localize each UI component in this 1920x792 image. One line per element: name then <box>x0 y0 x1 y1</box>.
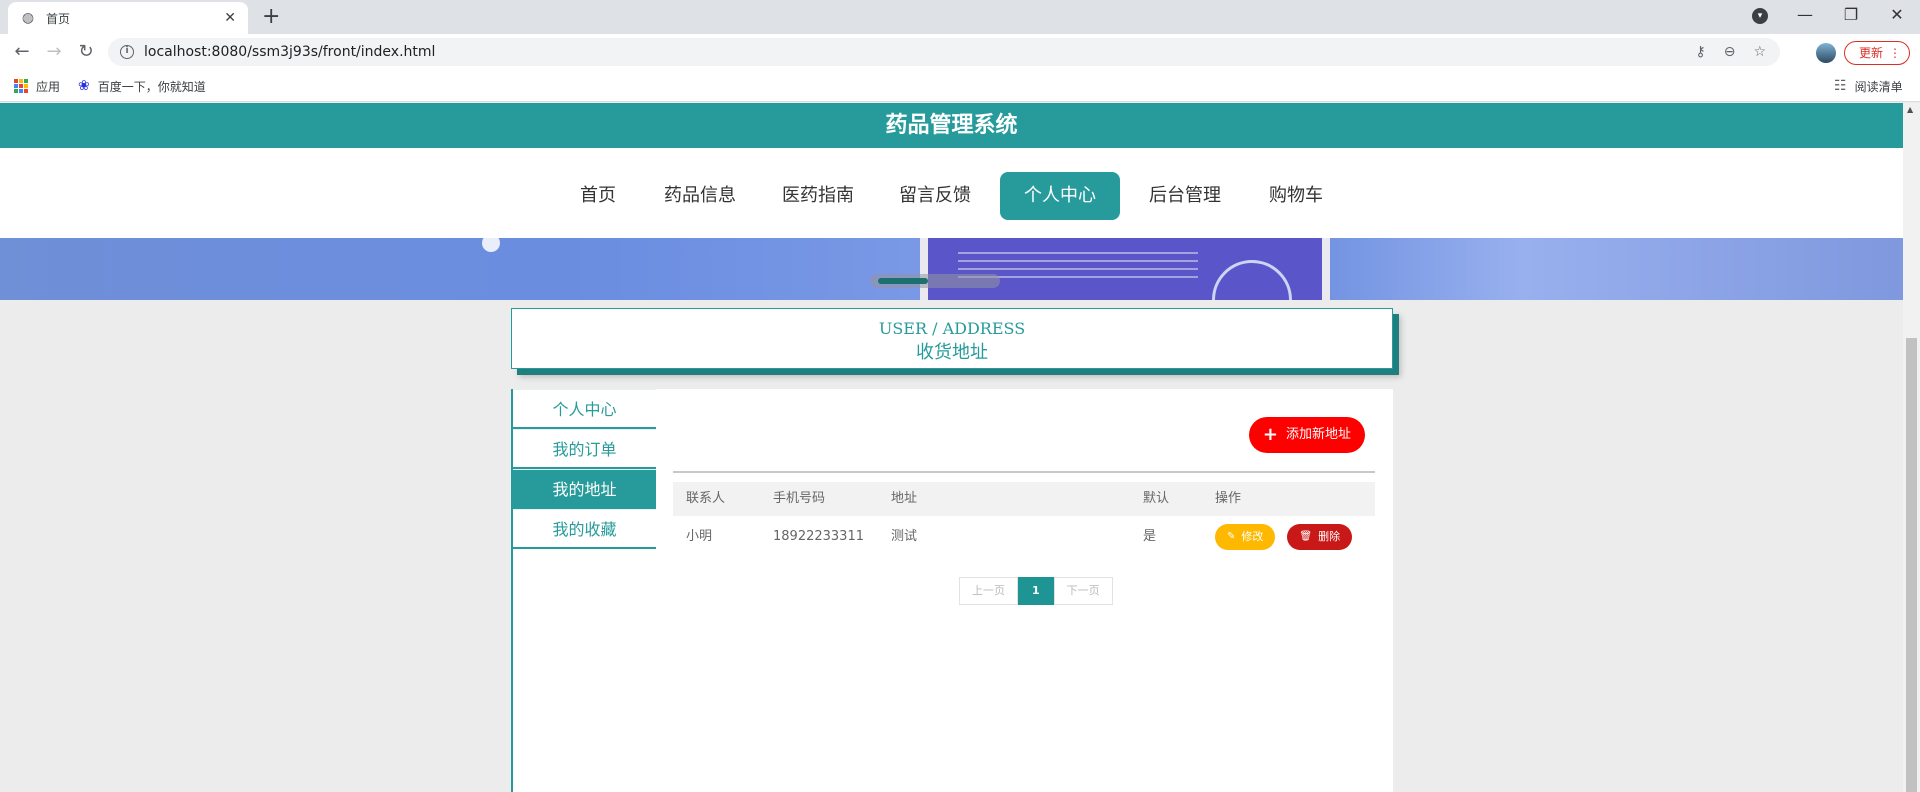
pencil-icon: ✎ <box>1227 531 1236 542</box>
close-icon[interactable]: ✕ <box>224 10 236 26</box>
banner-carousel[interactable] <box>0 238 1903 300</box>
col-header-contact: 联系人 <box>686 491 726 506</box>
restore-button[interactable]: ❐ <box>1828 0 1874 30</box>
menu-icon: ⋮ <box>1889 46 1901 60</box>
tab-title: 首页 <box>46 11 71 26</box>
next-page-button[interactable]: 下一页 <box>1053 577 1113 605</box>
carousel-indicator-active[interactable] <box>878 278 928 284</box>
col-header-phone: 手机号码 <box>773 491 826 506</box>
globe-icon: ◍ <box>21 10 35 26</box>
minimize-button[interactable]: — <box>1782 0 1828 30</box>
prev-page-button[interactable]: 上一页 <box>959 577 1018 605</box>
add-address-label: 添加新地址 <box>1285 427 1351 442</box>
url-text[interactable]: localhost:8080/ssm3j93s/front/index.html <box>144 44 435 60</box>
col-header-actions: 操作 <box>1215 491 1242 506</box>
back-icon[interactable]: ← <box>10 40 34 64</box>
section-title-box: USER / ADDRESS 收货地址 <box>511 308 1393 369</box>
bookmark-baidu[interactable]: ❀ 百度一下，你就知道 <box>78 70 206 102</box>
browser-toolbar: ← → ↻ i localhost:8080/ssm3j93s/front/in… <box>0 34 1920 70</box>
update-button[interactable]: 更新 ⋮ <box>1844 41 1910 65</box>
gear-decoration-icon <box>482 238 500 252</box>
cell-phone: 18922233311 <box>773 529 864 544</box>
update-label: 更新 <box>1859 46 1884 60</box>
reading-list-icon: ☷ <box>1834 78 1847 94</box>
reading-list-label: 阅读清单 <box>1854 79 1903 94</box>
nav-item-cart[interactable]: 购物车 <box>1267 172 1325 220</box>
table-header: 联系人 手机号码 地址 默认 操作 <box>673 482 1375 516</box>
address-bar[interactable]: i localhost:8080/ssm3j93s/front/index.ht… <box>108 38 1780 66</box>
bookmark-label: 百度一下，你就知道 <box>97 79 206 94</box>
edit-label: 修改 <box>1241 530 1264 543</box>
page-viewport: 药品管理系统 首页 药品信息 医药指南 留言反馈 个人中心 后台管理 购物车 U… <box>0 103 1903 792</box>
carousel-indicator[interactable] <box>870 274 1000 288</box>
page-button-current[interactable]: 1 <box>1018 577 1054 605</box>
cell-actions: ✎ 修改 🗑 删除 <box>1215 516 1375 558</box>
pagination: 上一页 1 下一页 <box>959 577 1113 605</box>
avatar[interactable] <box>1816 43 1836 63</box>
delete-label: 删除 <box>1318 530 1341 543</box>
cell-contact: 小明 <box>686 529 713 544</box>
content-panel: 个人中心 我的订单 我的地址 我的收藏 + 添加新地址 联系人 手机号码 地址 … <box>511 389 1393 792</box>
reading-list[interactable]: ☷ 阅读清单 <box>1834 70 1903 102</box>
zoom-icon[interactable]: ⊖ <box>1724 44 1736 60</box>
nav-item-drug-info[interactable]: 药品信息 <box>662 172 738 220</box>
bookmark-label: 应用 <box>36 79 61 94</box>
banner-image <box>920 238 1330 300</box>
key-icon[interactable]: ⚷ <box>1695 44 1705 60</box>
star-icon[interactable]: ☆ <box>1753 44 1766 60</box>
col-header-default: 默认 <box>1143 491 1170 506</box>
sidebar-item-favorites[interactable]: 我的收藏 <box>513 509 656 549</box>
baidu-paw-icon: ❀ <box>78 78 90 94</box>
info-icon[interactable]: i <box>120 45 134 59</box>
reload-icon[interactable]: ↻ <box>74 40 98 64</box>
section-title-cn: 收货地址 <box>916 342 988 363</box>
delete-button[interactable]: 🗑 删除 <box>1287 524 1353 550</box>
table-row: 小明 18922233311 测试 是 ✎ 修改 🗑 删除 <box>673 516 1375 558</box>
page-scrollbar[interactable]: ▲ <box>1903 103 1920 792</box>
nav-item-guide[interactable]: 医药指南 <box>780 172 856 220</box>
nav-item-home[interactable]: 首页 <box>578 172 618 220</box>
bookmark-apps[interactable]: 应用 <box>14 70 60 102</box>
chevron-down-icon[interactable]: ▾ <box>1752 8 1768 24</box>
address-main: + 添加新地址 联系人 手机号码 地址 默认 操作 小明 18922233311… <box>673 389 1375 792</box>
window-close-button[interactable]: ✕ <box>1874 0 1920 30</box>
plus-icon: + <box>1262 424 1278 445</box>
sidebar-item-address[interactable]: 我的地址 <box>513 469 656 509</box>
section-title-en: USER / ADDRESS <box>878 319 1026 338</box>
site-title: 药品管理系统 <box>0 103 1903 148</box>
nav-item-feedback[interactable]: 留言反馈 <box>897 172 973 220</box>
browser-tab[interactable]: ◍ 首页 ✕ <box>8 2 248 34</box>
address-table: 联系人 手机号码 地址 默认 操作 小明 18922233311 测试 是 ✎ … <box>673 482 1375 558</box>
nav-item-personal-center[interactable]: 个人中心 <box>1000 172 1120 220</box>
sidebar-item-orders[interactable]: 我的订单 <box>513 429 656 469</box>
edit-button[interactable]: ✎ 修改 <box>1215 524 1276 550</box>
apps-grid-icon <box>14 79 28 93</box>
sidebar: 个人中心 我的订单 我的地址 我的收藏 <box>513 389 656 549</box>
sidebar-item-personal-center[interactable]: 个人中心 <box>513 389 656 429</box>
add-address-button[interactable]: + 添加新地址 <box>1248 417 1365 453</box>
browser-tab-bar: ◍ 首页 ✕ + ▾ — ❐ ✕ <box>0 0 1920 34</box>
scrollbar-thumb[interactable] <box>1906 338 1917 792</box>
new-tab-button[interactable]: + <box>262 5 280 29</box>
bookmarks-bar: 应用 ❀ 百度一下，你就知道 ☷ 阅读清单 <box>0 70 1920 102</box>
cell-default: 是 <box>1143 529 1157 544</box>
scroll-up-icon[interactable]: ▲ <box>1907 105 1913 114</box>
banner-image-circle <box>1212 260 1292 300</box>
col-header-address: 地址 <box>891 491 918 506</box>
cell-address: 测试 <box>891 529 918 544</box>
forward-icon[interactable]: → <box>42 40 66 64</box>
trash-icon: 🗑 <box>1299 531 1313 542</box>
main-nav: 首页 药品信息 医药指南 留言反馈 个人中心 后台管理 购物车 <box>0 148 1903 238</box>
divider <box>673 471 1375 473</box>
nav-item-admin[interactable]: 后台管理 <box>1147 172 1223 220</box>
